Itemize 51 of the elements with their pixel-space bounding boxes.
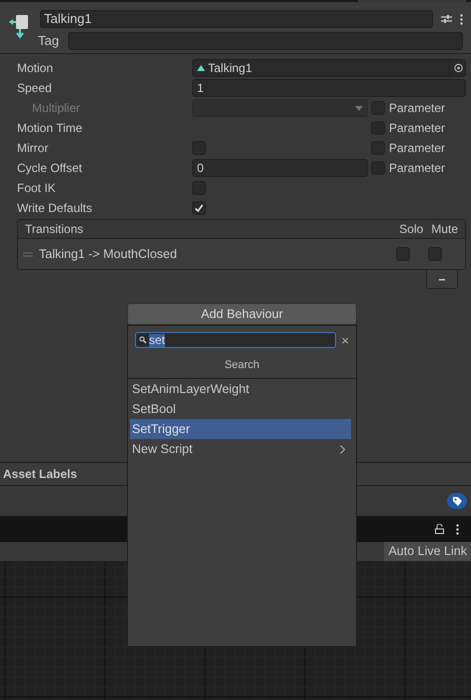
checkbox[interactable] [192, 201, 206, 215]
more-icon[interactable] [460, 14, 463, 24]
column-header: Solo [399, 221, 424, 238]
checkbox[interactable] [428, 247, 442, 261]
property-label: Motion [17, 60, 54, 77]
search-icon [139, 336, 147, 344]
dropdown-field[interactable] [192, 99, 368, 117]
property-label: Cycle Offset [17, 160, 84, 177]
transition-row[interactable]: Talking1 -> MouthClosed [18, 239, 465, 269]
menu-item[interactable]: New Script [130, 439, 351, 459]
search-field[interactable]: set [135, 332, 336, 348]
lock-icon[interactable] [435, 524, 444, 534]
asset-labels-title: Asset Labels [3, 466, 78, 483]
menu-item[interactable]: SetAnimLayerWeight [130, 379, 351, 399]
menu-item[interactable]: SetTrigger [130, 419, 351, 439]
name-field[interactable]: Talking1 [40, 10, 433, 28]
property-label: Write Defaults [17, 200, 94, 217]
transition-label: Talking1 -> MouthClosed [39, 246, 178, 263]
property-label: Speed [17, 80, 53, 97]
clear-button[interactable]: × [341, 334, 349, 346]
parameter-label: Parameter [389, 100, 446, 117]
text-field[interactable]: 1 [192, 79, 466, 97]
tag-icon [452, 496, 462, 506]
target-icon[interactable] [449, 60, 465, 76]
search-text: set [149, 334, 166, 346]
tag-label: Tag [38, 32, 60, 50]
caret-icon [355, 106, 363, 110]
parameter-label: Parameter [389, 160, 446, 177]
add-behaviour-button[interactable]: Add Behaviour [127, 303, 357, 325]
animation-clip-icon [197, 64, 206, 72]
more-icon[interactable] [456, 524, 459, 534]
property-label: Multiplier [31, 100, 82, 117]
text-field[interactable]: 0 [192, 159, 368, 177]
property-label: Motion Time [17, 120, 84, 137]
tag-field[interactable] [68, 32, 463, 50]
menu-item[interactable]: SetBool [130, 399, 351, 419]
list-header: Transitions [25, 221, 84, 238]
remove-button[interactable]: – [426, 270, 458, 289]
checkbox[interactable] [396, 247, 410, 261]
label-button[interactable] [447, 493, 467, 509]
auto-live-link-button[interactable]: Auto Live Link [384, 542, 471, 561]
parameter-label: Parameter [389, 140, 446, 157]
parameter-label: Parameter [389, 120, 446, 137]
object-field[interactable]: Talking1 [192, 59, 466, 77]
drag-handle-icon[interactable] [23, 252, 33, 256]
column-header: Mute [431, 221, 458, 238]
property-label: Foot IK [17, 180, 57, 197]
checkmark-icon [194, 203, 204, 213]
property-label: Mirror [17, 140, 50, 157]
popup-title: Search [224, 358, 260, 373]
sliders-icon[interactable] [441, 14, 452, 24]
